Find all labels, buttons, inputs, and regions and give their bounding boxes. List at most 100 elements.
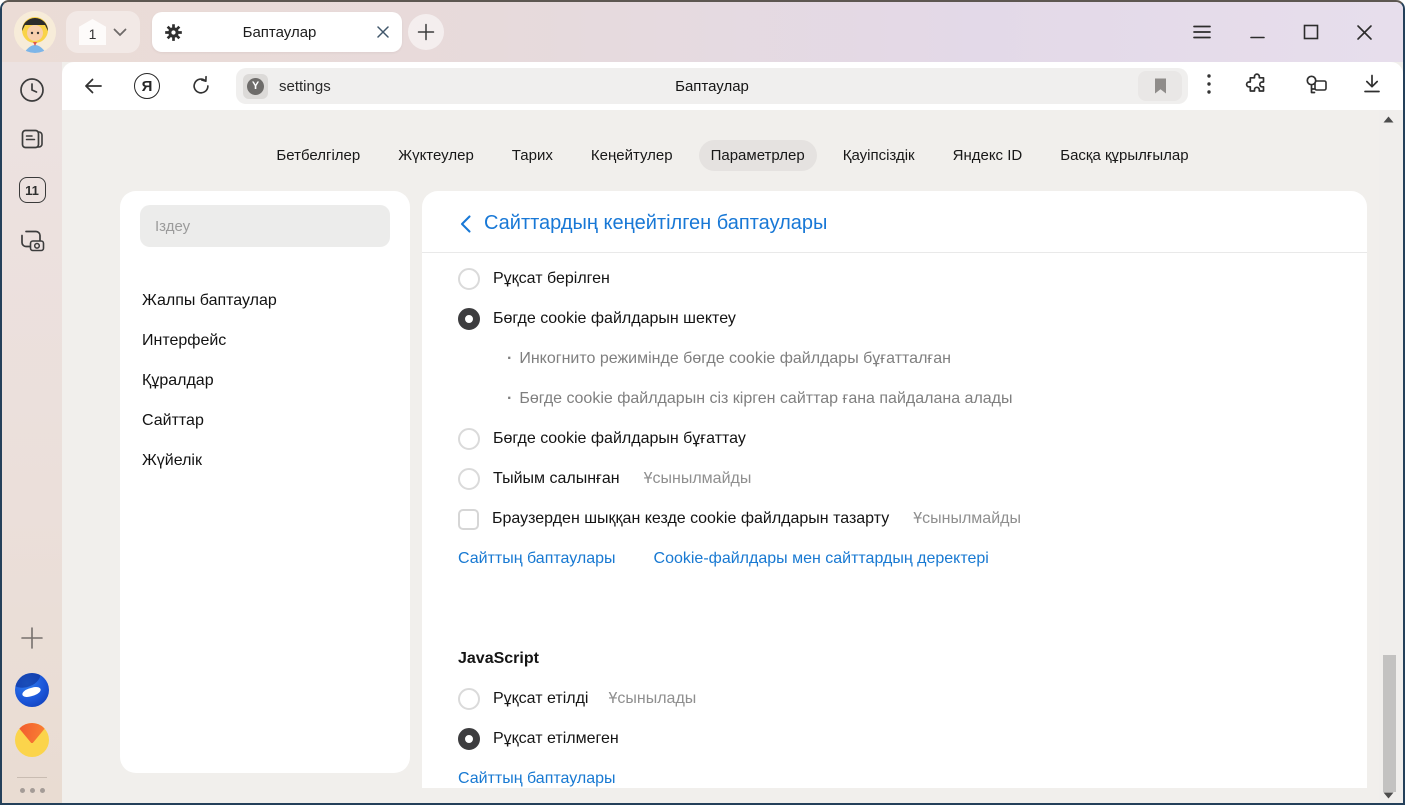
add-panel-button[interactable] [17,623,47,653]
bookmark-icon [1153,77,1168,95]
yandex-disk-button[interactable] [15,673,49,707]
page-heading-text: Сайттардың кеңейтілген баптаулары [484,212,827,235]
cookie-option-clear-on-exit[interactable]: Браузерден шыққан кезде cookie файлдарын… [458,499,1331,539]
left-sidebar-rail: 11 [2,62,62,803]
nav-other-devices[interactable]: Басқа құрылғылар [1048,140,1200,171]
site-settings-link[interactable]: Сайттың баптаулары [458,550,616,568]
rail-divider [17,777,47,778]
cookie-data-link[interactable]: Cookie-файлдары мен сайттардың деректері [654,550,989,568]
radio-button[interactable] [458,308,480,330]
radio-button[interactable] [458,728,480,750]
url-text: settings [279,78,331,95]
downloads-button[interactable] [1361,73,1383,100]
reload-button[interactable] [184,69,218,103]
yandex-home-button[interactable]: Я [130,69,164,103]
cookie-option-restrict-third-party[interactable]: Бөгде cookie файлдарын шектеу [458,299,1331,339]
sidebar-item-interface[interactable]: Интерфейс [140,321,390,361]
javascript-links: Сайттың баптаулары [458,759,1331,788]
option-hint: Ұсынылмайды [913,510,1021,528]
history-button[interactable] [17,75,47,105]
settings-page: Бетбелгілер Жүктеулер Тарих Кеңейтулер П… [62,110,1403,803]
tab-strip: 1 Баптаулар [2,2,1403,62]
option-label: Рұқсат етілді [493,690,588,708]
checkbox[interactable] [458,509,479,530]
option-label: Браузерден шыққан кезде cookie файлдарын… [492,510,889,528]
radio-button[interactable] [458,268,480,290]
extensions-button[interactable] [1245,72,1269,101]
bookmark-button[interactable] [1138,71,1182,101]
option-note: Инкогнито режимінде бөгде cookie файлдар… [458,339,1331,379]
new-tab-button[interactable] [408,14,444,50]
screenshot-icon [17,226,47,254]
radio-button[interactable] [458,688,480,710]
browser-menu-icon[interactable] [1192,24,1212,40]
search-input[interactable] [140,205,390,247]
cookie-options-group: Рұқсат берілген Бөгде cookie файлдарын ш… [458,253,1331,539]
option-label: Рұқсат етілмеген [493,730,619,748]
plus-icon [20,626,44,650]
address-bar[interactable]: Y settings Баптаулар [236,68,1188,104]
scroll-up-button[interactable] [1379,116,1397,123]
option-label: Бөгде cookie файлдарын шектеу [493,310,736,328]
javascript-options-group: Рұқсат етілді Ұсынылады Рұқсат етілмеген [458,679,1331,759]
page-favicon: Y [243,74,268,99]
option-label: Бөгде cookie файлдарын бұғаттау [493,430,746,448]
sidebar-item-tools[interactable]: Құралдар [140,361,390,401]
js-option-not-allowed[interactable]: Рұқсат етілмеген [458,719,1331,759]
menu-dots-icon [1206,73,1212,95]
yandex-y-icon: Y [247,78,264,95]
gear-icon [164,23,183,42]
tab-count-badge: 11 [19,177,46,203]
screenshot-button[interactable] [17,225,47,255]
rail-more-button[interactable] [20,788,45,793]
sidebar-item-system[interactable]: Жүйелік [140,441,390,481]
triangle-up-icon [1383,116,1394,123]
js-option-allowed[interactable]: Рұқсат етілді Ұсынылады [458,679,1331,719]
cookie-option-forbidden[interactable]: Тыйым салынған Ұсынылмайды [458,459,1331,499]
notes-button[interactable] [17,125,47,155]
cookie-option-block-third-party[interactable]: Бөгде cookie файлдарын бұғаттау [458,419,1331,459]
option-note: Бөгде cookie файлдарын сіз кірген сайтта… [458,379,1331,419]
yandex-logo-icon: Я [134,73,160,99]
back-chevron-button[interactable] [460,215,471,233]
avatar-girl-icon [14,11,56,53]
nav-downloads[interactable]: Жүктеулер [386,140,486,171]
nav-settings[interactable]: Параметрлер [699,140,817,171]
cookie-option-allowed[interactable]: Рұқсат берілген [458,259,1331,299]
sidebar-item-general[interactable]: Жалпы баптаулар [140,281,390,321]
page-title: Баптаулар [236,78,1188,95]
site-settings-link[interactable]: Сайттың баптаулары [458,770,616,788]
passwords-button[interactable] [1302,72,1328,101]
settings-sidebar: Жалпы баптаулар Интерфейс Құралдар Сайтт… [120,191,410,773]
maximize-icon[interactable] [1303,24,1319,40]
back-button[interactable] [76,69,110,103]
page-scrollbar[interactable] [1379,110,1403,803]
clock-icon [18,76,46,104]
nav-security[interactable]: Қауіпсіздік [831,140,927,171]
radio-button[interactable] [458,468,480,490]
tab-close-icon[interactable] [376,25,390,39]
nav-extensions[interactable]: Кеңейтулер [579,140,685,171]
radio-button[interactable] [458,428,480,450]
scrollbar-thumb[interactable] [1383,655,1396,792]
option-label: Тыйым салынған [493,470,620,488]
chevron-left-icon [460,215,471,233]
scroll-down-button[interactable] [1379,792,1397,799]
triangle-down-icon [1383,792,1394,799]
more-actions-button[interactable] [1206,73,1212,100]
download-icon [1361,73,1383,95]
chevron-down-icon [113,28,127,37]
yandex-mail-button[interactable] [15,723,49,757]
close-icon[interactable] [1356,24,1373,41]
nav-yandex-id[interactable]: Яндекс ID [941,140,1035,171]
nav-history[interactable]: Тарих [500,140,565,171]
page-heading: Сайттардың кеңейтілген баптаулары [458,191,1331,252]
tab-settings[interactable]: Баптаулар [152,12,402,52]
nav-bookmarks[interactable]: Бетбелгілер [264,140,372,171]
minimize-icon[interactable] [1249,24,1266,41]
profile-avatar[interactable] [14,11,56,53]
notes-icon [18,126,46,154]
all-tabs-button[interactable]: 11 [17,175,47,205]
sidebar-item-sites[interactable]: Сайттар [140,401,390,441]
tab-counter-button[interactable]: 1 [66,11,140,53]
